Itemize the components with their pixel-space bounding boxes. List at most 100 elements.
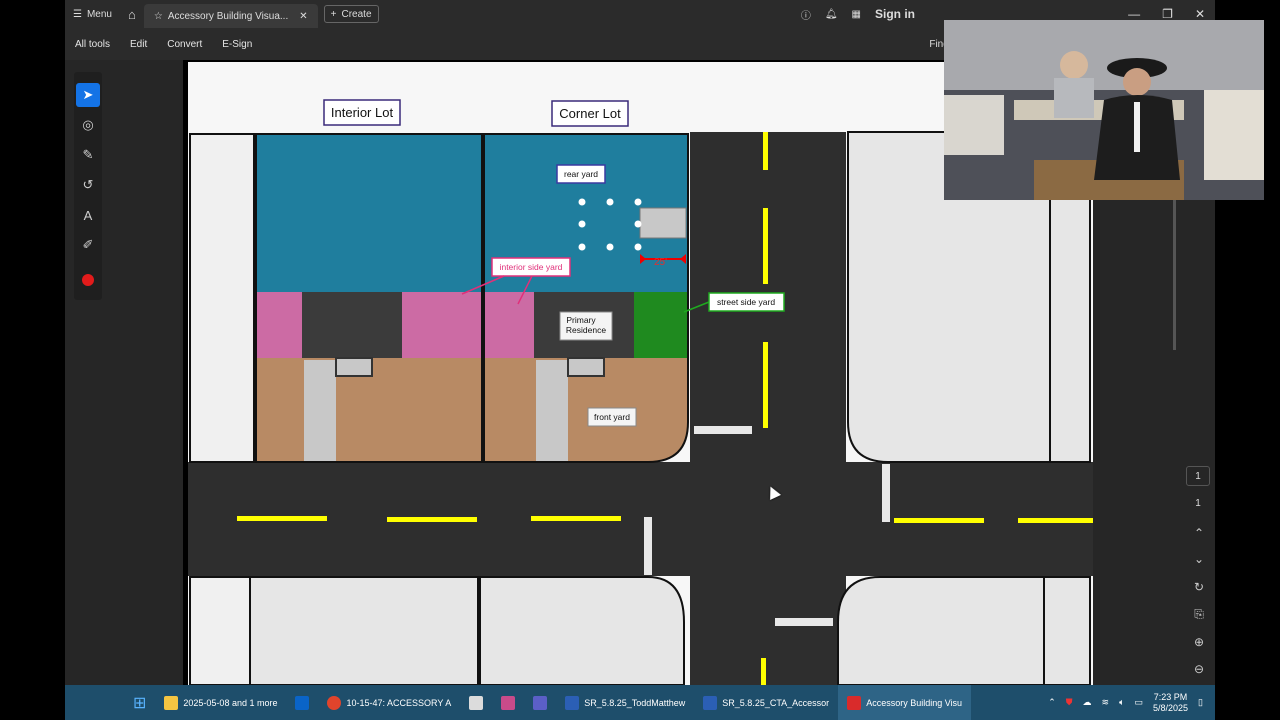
interior-side-yard-right: [402, 292, 482, 358]
menu-edit[interactable]: Edit: [120, 39, 157, 50]
screen: ☰ Menu ⌂ ☆ Accessory Building Visua... ✕…: [0, 0, 1280, 720]
rear-yard-label: rear yard: [564, 169, 598, 179]
left-edge-lot: [189, 133, 255, 463]
page-up-icon[interactable]: ⌃: [1189, 523, 1209, 543]
lower-right-lot: [837, 576, 1045, 685]
teams-icon: [533, 695, 548, 710]
lasso-icon[interactable]: ↺: [76, 173, 100, 197]
create-button[interactable]: + Create: [323, 5, 379, 23]
lower-left-edge-lot: [189, 576, 251, 685]
word-icon: [703, 695, 718, 710]
taskbar-item-chrome[interactable]: 10-15-47: ACCESSORY A: [318, 685, 460, 720]
create-label: Create: [341, 8, 372, 20]
chevron-up-icon[interactable]: ⌃: [1048, 697, 1056, 708]
apps-grid-icon[interactable]: ▦: [852, 9, 861, 20]
menu-button[interactable]: ☰ Menu: [65, 0, 120, 28]
menu-label: Menu: [86, 8, 112, 20]
snipping-icon: [501, 695, 516, 710]
windows-start-icon: ⊞: [133, 694, 147, 712]
menu-esign[interactable]: E-Sign: [212, 39, 262, 50]
primary-residence-label-line2: Residence: [566, 325, 606, 335]
word-icon: [565, 695, 580, 710]
system-tray: ⌃ ⛊ ☁ ≋ 🔈︎ ▭ 7:23 PM 5/8/2025 ▯: [1048, 685, 1203, 720]
page-number-current[interactable]: 1: [1186, 466, 1210, 486]
video-overlay: [944, 20, 1264, 200]
notification-icon[interactable]: ▯: [1198, 697, 1203, 708]
select-cursor-icon[interactable]: ➤: [76, 83, 100, 107]
lower-corner-lot: [479, 576, 685, 685]
start-button[interactable]: ⊞: [65, 685, 155, 720]
highlight-icon[interactable]: ✐: [76, 233, 100, 257]
os-taskbar: ⊞ 2025-05-08 and 1 more 10-15-47: ACCESS…: [65, 685, 1215, 720]
accessory-building: [639, 207, 687, 239]
bell-icon[interactable]: 🔔︎: [825, 9, 838, 20]
clock[interactable]: 7:23 PM 5/8/2025: [1153, 692, 1188, 714]
taskbar-item-word2-label: SR_5.8.25_CTA_Accessor: [722, 697, 830, 708]
interior-driveway: [304, 360, 336, 462]
defender-icon[interactable]: ⛊: [1066, 697, 1073, 708]
taskbar-item-chrome-label: 10-15-47: ACCESSORY A: [346, 697, 452, 708]
taskbar-item-word1[interactable]: SR_5.8.25_ToddMatthew: [556, 685, 694, 720]
speaker-icon[interactable]: 🔈︎: [1119, 697, 1124, 708]
taskbar-item-teams[interactable]: [524, 685, 556, 720]
menu-all-tools[interactable]: All tools: [65, 39, 120, 50]
taskbar-item-app2[interactable]: [492, 685, 524, 720]
maximize-icon[interactable]: ❐: [1162, 7, 1173, 21]
corner-interior-side-yard: [484, 292, 534, 358]
interior-house: [302, 292, 402, 358]
page-down-icon[interactable]: ⌄: [1189, 549, 1209, 569]
taskbar-item-app1[interactable]: [460, 685, 492, 720]
corner-driveway: [536, 360, 568, 462]
interior-lot-label: Interior Lot: [331, 105, 394, 120]
color-swatch-icon[interactable]: [76, 268, 100, 292]
quick-tools-panel: ➤ ◎ ✎ ↺ A ✐: [74, 72, 102, 300]
folder-icon: [164, 695, 179, 710]
taskbar-item-word1-label: SR_5.8.25_ToddMatthew: [584, 697, 686, 708]
plus-icon: +: [330, 8, 337, 20]
cloud-icon[interactable]: ☁: [1083, 697, 1092, 708]
page-number-total: 1: [1195, 497, 1201, 509]
app-window-icon: [469, 695, 484, 710]
zoom-out-icon[interactable]: ⊖: [1189, 659, 1209, 679]
close-window-icon[interactable]: ✕: [1195, 7, 1205, 21]
lower-right-edge-lot: [1043, 576, 1091, 685]
lower-middle-lot: [249, 576, 479, 685]
hamburger-icon: ☰: [73, 8, 82, 20]
interior-side-yard-left: [256, 292, 302, 358]
tab-title: Accessory Building Visua...: [167, 10, 289, 22]
primary-residence-label-line1: Primary: [566, 315, 596, 325]
outlook-icon: [295, 695, 310, 710]
help-icon[interactable]: ⓘ: [801, 7, 811, 22]
close-tab-icon[interactable]: ✕: [299, 11, 307, 22]
zoom-in-icon[interactable]: ⊕: [1189, 632, 1209, 652]
acrobat-icon: [847, 695, 862, 710]
signin-link[interactable]: Sign in: [875, 7, 915, 21]
save-page-icon[interactable]: ⎘: [1189, 604, 1209, 624]
taskbar-item-word2[interactable]: SR_5.8.25_CTA_Accessor: [694, 685, 838, 720]
clock-date: 5/8/2025: [1153, 702, 1189, 713]
corner-lot-label: Corner Lot: [559, 106, 621, 121]
wifi-icon[interactable]: ≋: [1102, 697, 1110, 708]
taskbar-item-acrobat-label: Accessory Building Visu: [866, 697, 963, 708]
menu-convert[interactable]: Convert: [157, 39, 212, 50]
comment-icon[interactable]: ◎: [76, 113, 100, 137]
minimize-icon[interactable]: —: [1128, 7, 1140, 21]
corner-street-side-yard: [634, 292, 688, 358]
taskbar-item-acrobat[interactable]: Accessory Building Visu: [838, 685, 972, 720]
front-yard-label: front yard: [594, 412, 630, 422]
pencil-icon[interactable]: ✎: [76, 143, 100, 167]
chrome-icon: [327, 695, 342, 710]
battery-icon[interactable]: ▭: [1134, 697, 1143, 708]
taskbar-item-explorer[interactable]: 2025-05-08 and 1 more: [155, 685, 286, 720]
home-button[interactable]: ⌂: [120, 0, 144, 28]
interior-porch: [335, 357, 373, 377]
document-tab[interactable]: ☆ Accessory Building Visua... ✕: [143, 4, 318, 28]
left-tool-rail: ➤ ◎ ✎ ↺ A ✐: [65, 60, 183, 685]
refresh-icon[interactable]: ↻: [1189, 577, 1209, 597]
text-box-icon[interactable]: A: [76, 203, 100, 227]
interior-rear-yard: [256, 134, 482, 292]
corner-porch: [567, 357, 605, 377]
vertical-scrollbar[interactable]: [1173, 200, 1176, 350]
home-icon: ⌂: [127, 6, 136, 22]
taskbar-item-outlook[interactable]: [286, 685, 318, 720]
